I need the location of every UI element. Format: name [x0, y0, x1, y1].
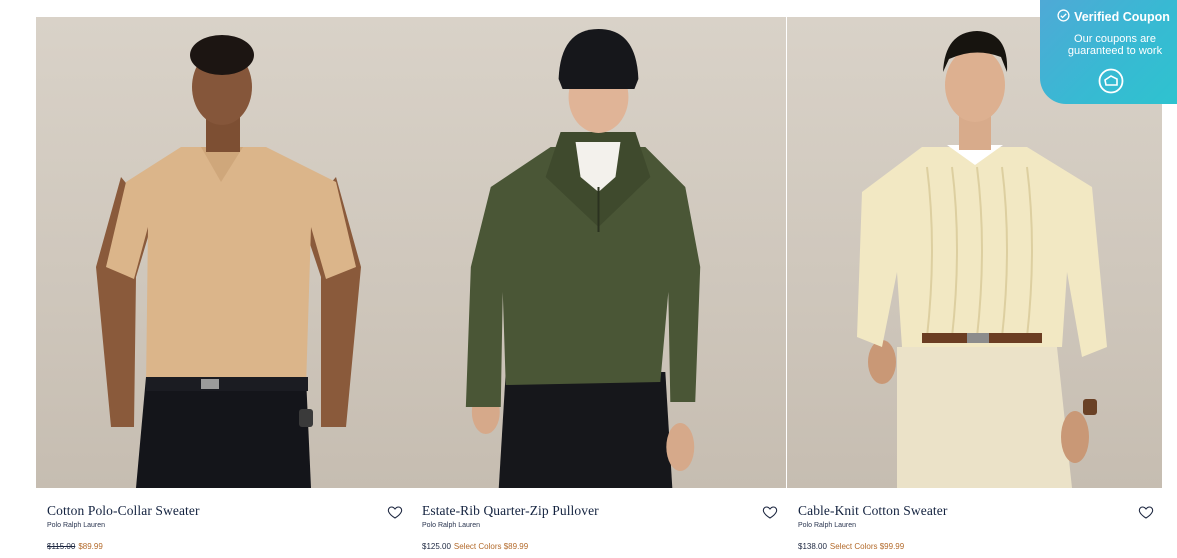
- coupon-title: Verified Coupon: [1074, 10, 1170, 24]
- heart-icon[interactable]: [1138, 504, 1154, 520]
- product-price: $125.00 Select Colors $89.99: [422, 542, 528, 551]
- product-image[interactable]: [411, 17, 786, 488]
- heart-icon[interactable]: [762, 504, 778, 520]
- regular-price: $138.00: [798, 542, 827, 551]
- sale-price: Select Colors $99.99: [829, 542, 905, 551]
- product-brand: Polo Ralph Lauren: [47, 522, 105, 529]
- product-price: $115.00 $89.99: [47, 542, 103, 551]
- coupon-subtitle: Our coupons are guaranteed to work: [1067, 33, 1163, 57]
- product-title[interactable]: Cable-Knit Cotton Sweater: [798, 503, 947, 519]
- coupon-header: Verified Coupon: [1050, 9, 1177, 25]
- sale-price: Select Colors $89.99: [453, 542, 529, 551]
- product-card[interactable]: Estate-Rib Quarter-Zip Pullover Polo Ral…: [411, 17, 786, 558]
- product-title[interactable]: Cotton Polo-Collar Sweater: [47, 503, 200, 519]
- product-title[interactable]: Estate-Rib Quarter-Zip Pullover: [422, 503, 599, 519]
- sale-price: $89.99: [78, 542, 103, 551]
- coupon-logo-icon[interactable]: [1098, 68, 1124, 94]
- original-price: $115.00: [47, 542, 76, 551]
- regular-price: $125.00: [422, 542, 451, 551]
- product-card[interactable]: Cotton Polo-Collar Sweater Polo Ralph La…: [36, 17, 411, 558]
- product-grid: Cotton Polo-Collar Sweater Polo Ralph La…: [36, 17, 1162, 558]
- heart-icon[interactable]: [387, 504, 403, 520]
- verified-coupon-badge[interactable]: Verified Coupon Our coupons are guarante…: [1040, 0, 1177, 104]
- product-brand: Polo Ralph Lauren: [422, 522, 480, 529]
- product-brand: Polo Ralph Lauren: [798, 522, 856, 529]
- product-image[interactable]: [36, 17, 411, 488]
- check-circle-icon: [1057, 9, 1070, 25]
- product-price: $138.00 Select Colors $99.99: [798, 542, 904, 551]
